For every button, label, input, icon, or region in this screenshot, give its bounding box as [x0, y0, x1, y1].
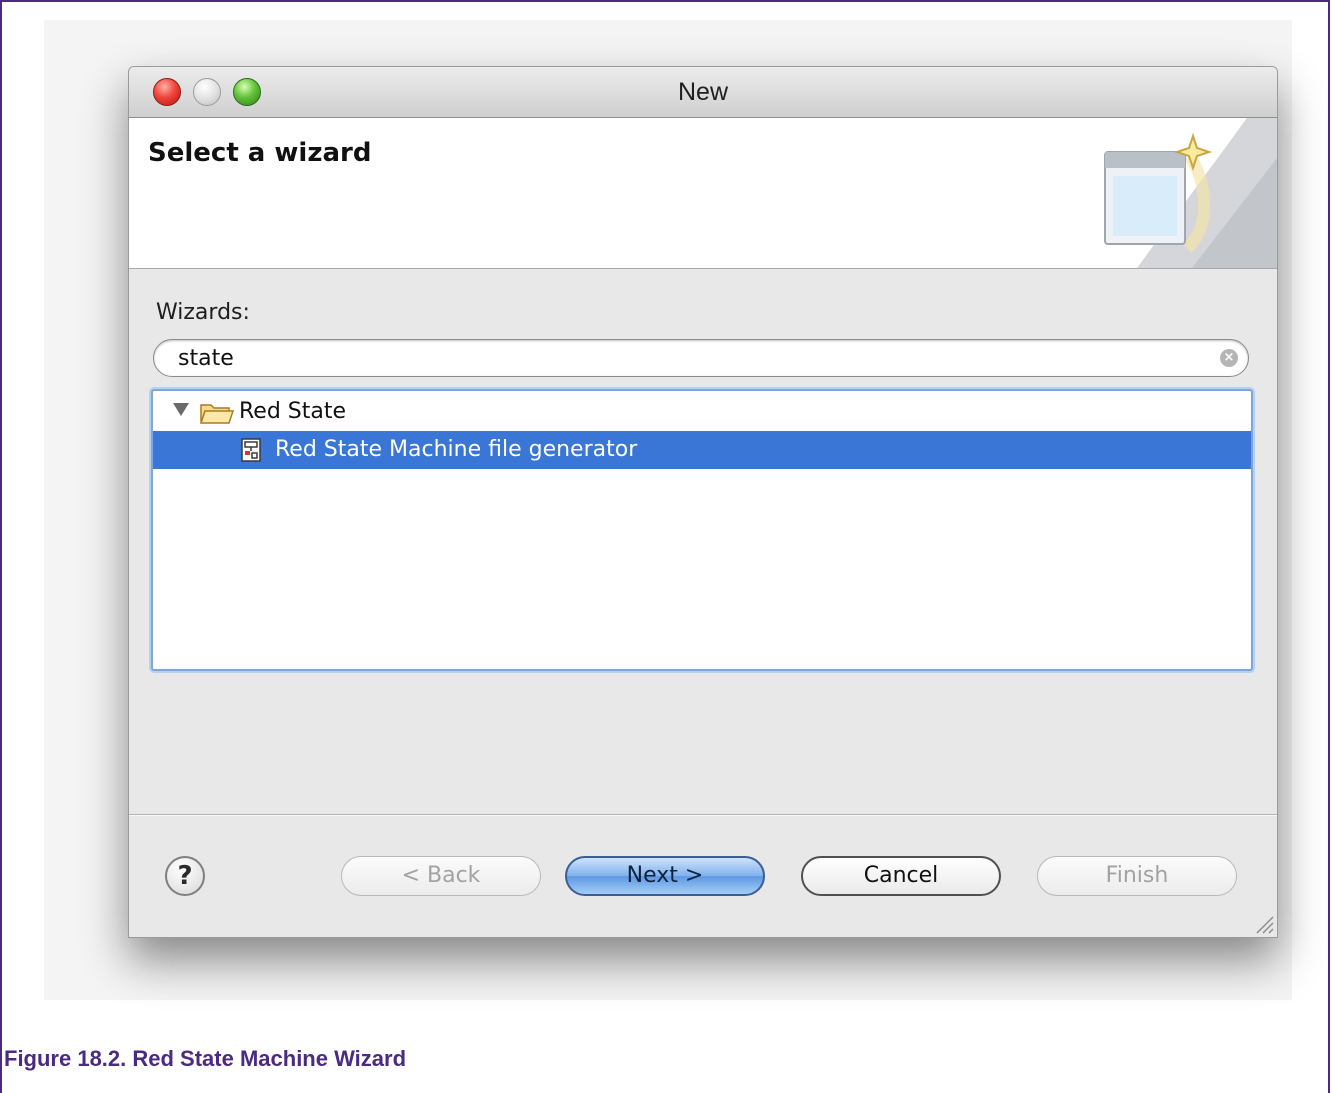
- tree-item-red-state[interactable]: Red State: [153, 393, 1251, 431]
- clear-search-icon[interactable]: ×: [1220, 349, 1238, 367]
- title-bar[interactable]: New: [129, 67, 1277, 118]
- wizard-tree[interactable]: Red State Red State Machine file generat…: [151, 389, 1253, 671]
- next-button[interactable]: Next >: [565, 856, 765, 896]
- screenshot-area: New Select a wizard Wizards: ×: [44, 20, 1292, 1000]
- cancel-button[interactable]: Cancel: [801, 856, 1001, 896]
- disclosure-triangle-icon[interactable]: [173, 403, 189, 416]
- new-wizard-banner-icon: [1104, 118, 1277, 268]
- help-icon[interactable]: ?: [165, 856, 205, 896]
- page-title: Select a wizard: [148, 138, 372, 168]
- tree-item-label: Red State Machine file generator: [275, 437, 638, 462]
- wizard-filter-field[interactable]: ×: [153, 339, 1249, 377]
- wizard-header: Select a wizard: [129, 118, 1277, 269]
- back-button[interactable]: < Back: [341, 856, 541, 896]
- resize-grip-icon[interactable]: [1251, 911, 1275, 935]
- wizard-filter-input[interactable]: [178, 344, 1198, 372]
- figure-caption: Figure 18.2. Red State Machine Wizard: [4, 1046, 407, 1071]
- tree-item-label: Red State: [239, 399, 347, 424]
- new-wizard-dialog: New Select a wizard Wizards: ×: [128, 66, 1278, 938]
- button-bar-divider: [129, 814, 1277, 816]
- wizards-label: Wizards:: [156, 300, 250, 325]
- folder-open-icon: [199, 404, 235, 424]
- finish-button[interactable]: Finish: [1037, 856, 1237, 896]
- window-title: New: [677, 78, 728, 106]
- tree-item-state-machine-generator[interactable]: Red State Machine file generator: [153, 431, 1251, 469]
- state-machine-file-icon: [241, 438, 261, 462]
